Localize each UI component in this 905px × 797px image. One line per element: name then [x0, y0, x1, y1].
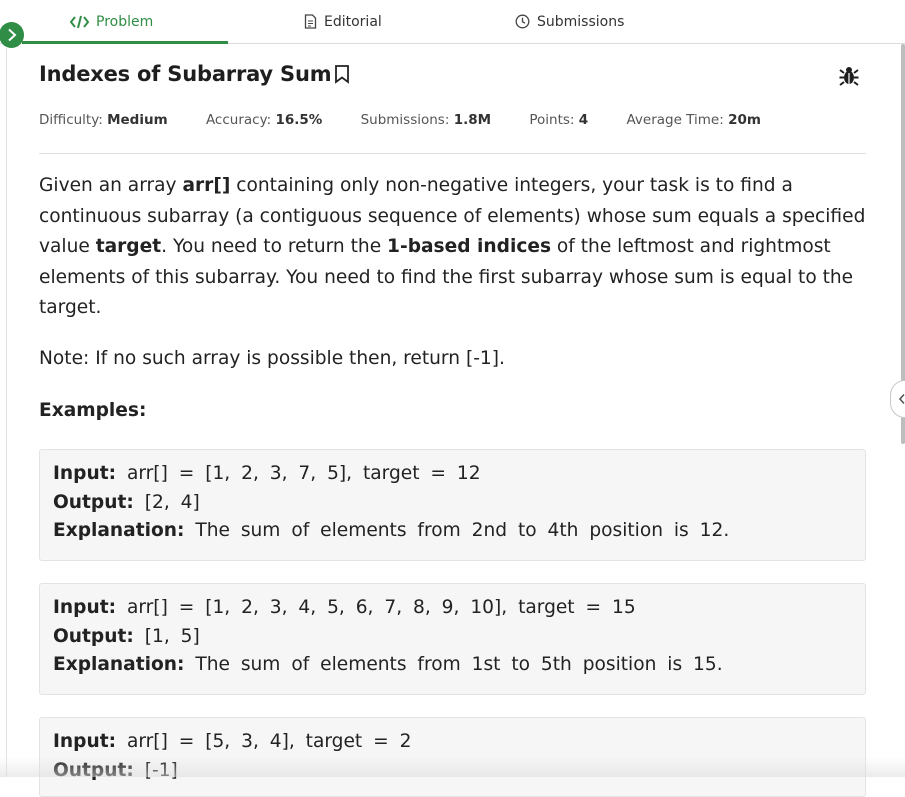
panel-border: [6, 48, 7, 777]
problem-description: Given an array arr[] containing only non…: [39, 175, 866, 318]
code-icon: [70, 15, 89, 29]
example-input: Input: arr[] = [1, 2, 3, 7, 5], target =…: [53, 463, 481, 484]
report-bug-icon[interactable]: [838, 65, 860, 91]
problem-note: Note: If no such array is possible then,…: [39, 348, 505, 369]
example-block: Input: arr[] = [1, 2, 3, 7, 5], target =…: [39, 449, 866, 561]
problem-stats: Difficulty: Medium Accuracy: 16.5% Submi…: [39, 112, 795, 128]
example-input: Input: arr[] = [1, 2, 3, 4, 5, 6, 7, 8, …: [53, 597, 636, 618]
stat-difficulty: Difficulty: Medium: [39, 112, 168, 128]
problem-tabs: Problem Editorial Submissions: [0, 0, 905, 44]
expand-panel-button[interactable]: [0, 22, 24, 48]
stat-submissions: Submissions: 1.8M: [360, 112, 492, 128]
active-tab-indicator: [22, 41, 228, 44]
tab-editorial[interactable]: Editorial: [304, 0, 382, 43]
bookmark-icon[interactable]: [334, 64, 350, 84]
chevron-left-icon: [898, 393, 905, 405]
problem-title: Indexes of Subarray Sum: [39, 62, 332, 86]
tab-editorial-label: Editorial: [324, 13, 382, 30]
example-explanation: Explanation: The sum of elements from 2n…: [53, 520, 730, 541]
chevron-right-icon: [7, 28, 16, 42]
example-output: Output: [1, 5]: [53, 625, 200, 647]
tab-submissions-label: Submissions: [537, 13, 625, 30]
header-divider: [39, 153, 866, 154]
example-block: Input: arr[] = [1, 2, 3, 4, 5, 6, 7, 8, …: [39, 583, 866, 695]
stat-points: Points: 4: [529, 112, 589, 128]
tab-problem-label: Problem: [96, 13, 154, 30]
stat-average-time: Average Time: 20m: [626, 112, 761, 128]
panel-resize-handle[interactable]: [890, 380, 905, 418]
problem-header: Indexes of Subarray Sum: [39, 62, 350, 86]
examples-heading: Examples:: [39, 400, 147, 421]
example-output: Output: [2, 4]: [53, 491, 200, 513]
document-icon: [304, 14, 317, 29]
stat-accuracy: Accuracy: 16.5%: [205, 112, 323, 128]
clock-icon: [515, 14, 530, 29]
tab-submissions[interactable]: Submissions: [515, 0, 624, 43]
tab-problem[interactable]: Problem: [70, 0, 153, 43]
example-explanation: Explanation: The sum of elements from 1s…: [53, 654, 723, 675]
example-input: Input: arr[] = [5, 3, 4], target = 2: [53, 731, 412, 752]
scroll-fade: [0, 757, 905, 777]
